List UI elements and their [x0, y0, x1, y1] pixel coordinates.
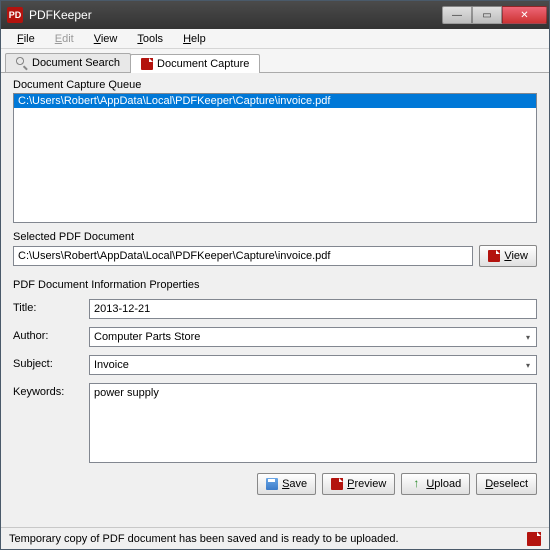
keywords-textarea[interactable] — [89, 383, 537, 463]
view-button[interactable]: View — [479, 245, 537, 267]
menu-view[interactable]: View — [86, 31, 126, 47]
upload-button[interactable]: ↑ Upload — [401, 473, 470, 495]
window-title: PDFKeeper — [29, 8, 442, 22]
close-button[interactable]: ✕ — [502, 6, 547, 24]
statusbar: Temporary copy of PDF document has been … — [1, 527, 549, 549]
queue-label: Document Capture Queue — [13, 79, 537, 91]
menu-edit[interactable]: Edit — [47, 31, 82, 47]
subject-label: Subject: — [13, 355, 83, 370]
tab-document-search[interactable]: Document Search — [5, 53, 131, 72]
subject-combo[interactable] — [89, 355, 537, 375]
menubar: File Edit View Tools Help — [1, 29, 549, 49]
info-section-title: PDF Document Information Properties — [13, 279, 537, 291]
preview-button[interactable]: Preview — [322, 473, 395, 495]
menu-help[interactable]: Help — [175, 31, 214, 47]
search-icon — [16, 57, 28, 69]
author-combo[interactable] — [89, 327, 537, 347]
minimize-button[interactable]: — — [442, 6, 472, 24]
tab-label: Document Capture — [157, 58, 249, 70]
selected-pdf-path[interactable] — [13, 246, 473, 266]
pdf-icon — [141, 58, 153, 70]
pdf-icon — [488, 250, 500, 262]
save-icon — [266, 478, 278, 490]
tabbar: Document Search Document Capture — [1, 49, 549, 73]
keywords-label: Keywords: — [13, 383, 83, 398]
menu-tools[interactable]: Tools — [129, 31, 171, 47]
queue-item[interactable]: C:\Users\Robert\AppData\Local\PDFKeeper\… — [14, 94, 536, 108]
menu-file[interactable]: File — [9, 31, 43, 47]
pdf-icon — [527, 532, 541, 546]
titlebar[interactable]: PD PDFKeeper — ▭ ✕ — [1, 1, 549, 29]
author-label: Author: — [13, 327, 83, 342]
save-button[interactable]: Save — [257, 473, 316, 495]
pdf-icon — [331, 478, 343, 490]
tab-document-capture[interactable]: Document Capture — [130, 54, 260, 73]
title-label: Title: — [13, 299, 83, 314]
status-text: Temporary copy of PDF document has been … — [9, 533, 399, 545]
maximize-button[interactable]: ▭ — [472, 6, 502, 24]
app-icon: PD — [7, 7, 23, 23]
content-area: Document Capture Queue C:\Users\Robert\A… — [1, 73, 549, 527]
selected-label: Selected PDF Document — [13, 231, 537, 243]
capture-queue-list[interactable]: C:\Users\Robert\AppData\Local\PDFKeeper\… — [13, 93, 537, 223]
upload-icon: ↑ — [410, 478, 422, 490]
deselect-button[interactable]: Deselect — [476, 473, 537, 495]
title-input[interactable] — [89, 299, 537, 319]
app-window: PD PDFKeeper — ▭ ✕ File Edit View Tools … — [0, 0, 550, 550]
tab-label: Document Search — [32, 57, 120, 69]
